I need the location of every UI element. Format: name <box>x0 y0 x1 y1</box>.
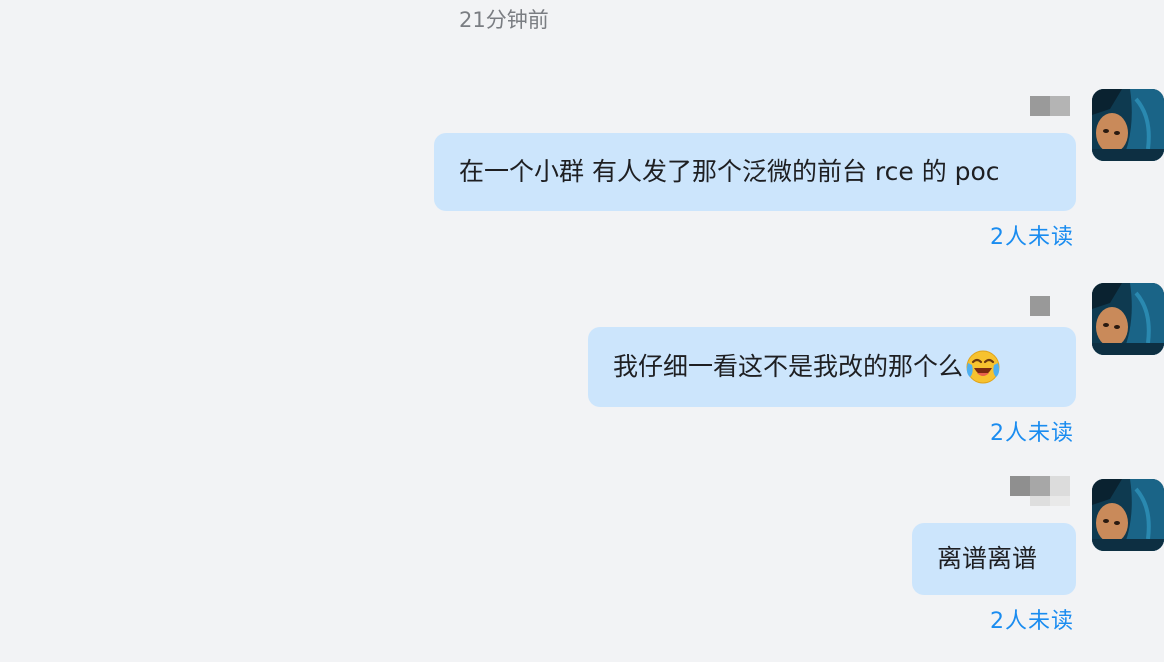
sender-name-pixelated <box>1030 96 1070 116</box>
message-text: 我仔细一看这不是我改的那个么 <box>613 352 964 381</box>
read-status[interactable]: 2人未读 <box>990 225 1074 251</box>
message-timestamp: 21分钟前 <box>459 8 549 32</box>
message-text: 离谱离谱 <box>937 544 1038 573</box>
sender-name-pixelated <box>1030 296 1050 316</box>
chat-bubble[interactable]: 我仔细一看这不是我改的那个么 <box>588 327 1076 407</box>
read-status[interactable]: 2人未读 <box>990 421 1074 447</box>
avatar[interactable] <box>1092 479 1164 551</box>
crying-laughing-emoji <box>966 350 1000 384</box>
read-status[interactable]: 2人未读 <box>990 609 1074 635</box>
avatar[interactable] <box>1092 89 1164 161</box>
message-text: 在一个小群 有人发了那个泛微的前台 rce 的 poc <box>459 157 1000 186</box>
sender-name-pixelated <box>1010 476 1070 506</box>
chat-bubble[interactable]: 离谱离谱 <box>912 523 1076 595</box>
chat-bubble[interactable]: 在一个小群 有人发了那个泛微的前台 rce 的 poc <box>434 133 1076 211</box>
avatar[interactable] <box>1092 283 1164 355</box>
